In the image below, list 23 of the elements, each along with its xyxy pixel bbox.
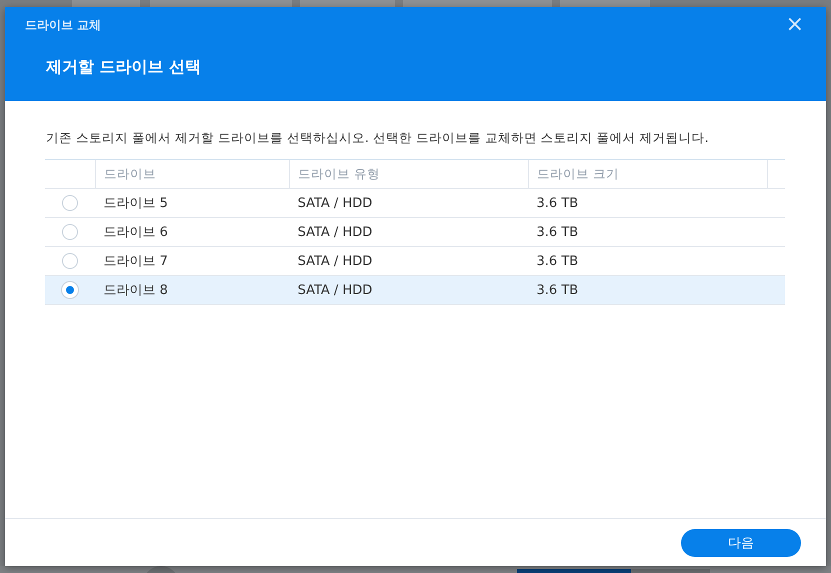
table-row[interactable]: 드라이브 5 SATA / HDD 3.6 TB (45, 188, 785, 218)
table-cell: 3.6 TB (528, 218, 768, 246)
table-cell: 드라이브 6 (96, 218, 290, 246)
description: 기존 스토리지 풀에서 제거할 드라이브를 선택하십시오. 선택한 드라이브를 교체하면 스토리지 풀에서 제거됩니다. (46, 130, 710, 147)
column-header[interactable]: 드라이브 유형 (290, 160, 529, 188)
table-row[interactable]: 드라이브 8 SATA / HDD 3.6 TB (45, 276, 785, 304)
column-header[interactable]: 드라이브 크기 (528, 160, 768, 188)
next-button[interactable]: 다음 (681, 528, 801, 556)
table-cell: 3.6 TB (528, 188, 768, 218)
window-title: 드라이브 교체 (25, 16, 102, 34)
close-button[interactable]: × (784, 14, 806, 36)
dialog-heading: 제거할 드라이브 선택 (46, 57, 202, 78)
table-row[interactable]: 드라이브 6 SATA / HDD 3.6 TB (45, 218, 785, 246)
table-cell: 드라이브 8 (96, 276, 290, 304)
table-cell: SATA / HDD (290, 276, 529, 304)
table-cell: SATA / HDD (290, 188, 529, 218)
radio-button[interactable] (62, 224, 78, 240)
table-cell: 3.6 TB (528, 276, 768, 304)
column-header[interactable]: 드라이브 (96, 160, 290, 188)
radio-button[interactable] (62, 253, 78, 269)
radio-button[interactable] (62, 195, 78, 211)
table-cell: 드라이브 5 (96, 188, 290, 218)
table-cell: SATA / HDD (290, 218, 529, 246)
